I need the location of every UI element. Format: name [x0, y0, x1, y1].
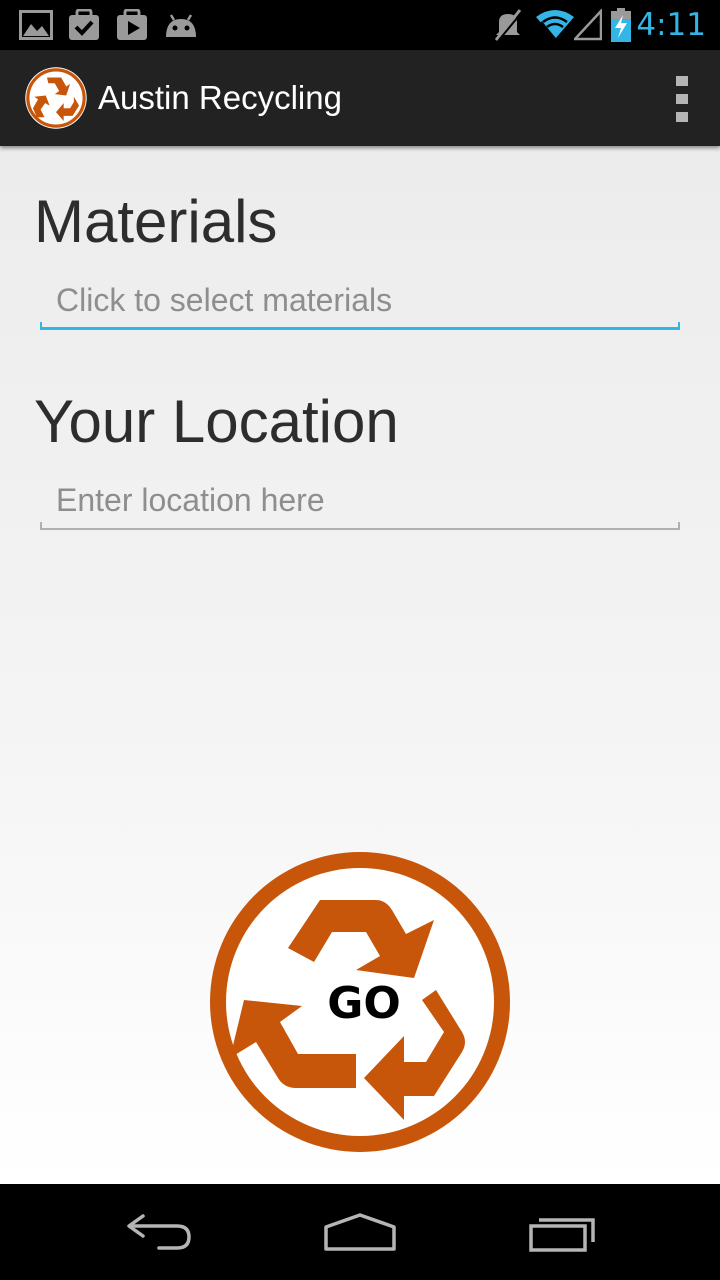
go-button[interactable]: GO [208, 850, 512, 1154]
wifi-icon [534, 0, 576, 50]
signal-icon [574, 0, 602, 50]
overflow-menu-icon[interactable] [636, 76, 692, 122]
mute-icon [490, 0, 526, 50]
play-store-icon [114, 0, 150, 50]
home-icon[interactable] [290, 1184, 430, 1280]
materials-heading: Materials [34, 188, 278, 255]
battery-charging-icon [606, 0, 636, 50]
recycle-icon[interactable] [24, 66, 88, 130]
location-underline-tick-right [678, 522, 680, 530]
location-heading: Your Location [34, 388, 399, 455]
location-underline [40, 528, 680, 530]
back-icon[interactable] [90, 1184, 230, 1280]
task-check-icon [66, 0, 102, 50]
android-icon [162, 0, 200, 50]
gallery-icon [18, 0, 54, 50]
action-bar: Austin Recycling [0, 50, 720, 146]
materials-underline-tick-left [40, 322, 42, 330]
status-time: 4:11 [636, 7, 706, 43]
materials-underline [40, 327, 680, 330]
location-underline-tick-left [40, 522, 42, 530]
recent-apps-icon[interactable] [492, 1184, 632, 1280]
materials-field[interactable] [40, 274, 680, 330]
materials-underline-tick-right [678, 322, 680, 330]
app-title: Austin Recycling [98, 79, 342, 116]
navigation-bar [0, 1184, 720, 1280]
main-content: Materials Your Location GO [0, 146, 720, 1184]
location-field[interactable] [40, 474, 680, 530]
location-input[interactable] [40, 474, 680, 526]
status-bar: 4:11 [0, 0, 720, 50]
go-label: GO [327, 978, 401, 1029]
materials-input[interactable] [40, 274, 680, 326]
